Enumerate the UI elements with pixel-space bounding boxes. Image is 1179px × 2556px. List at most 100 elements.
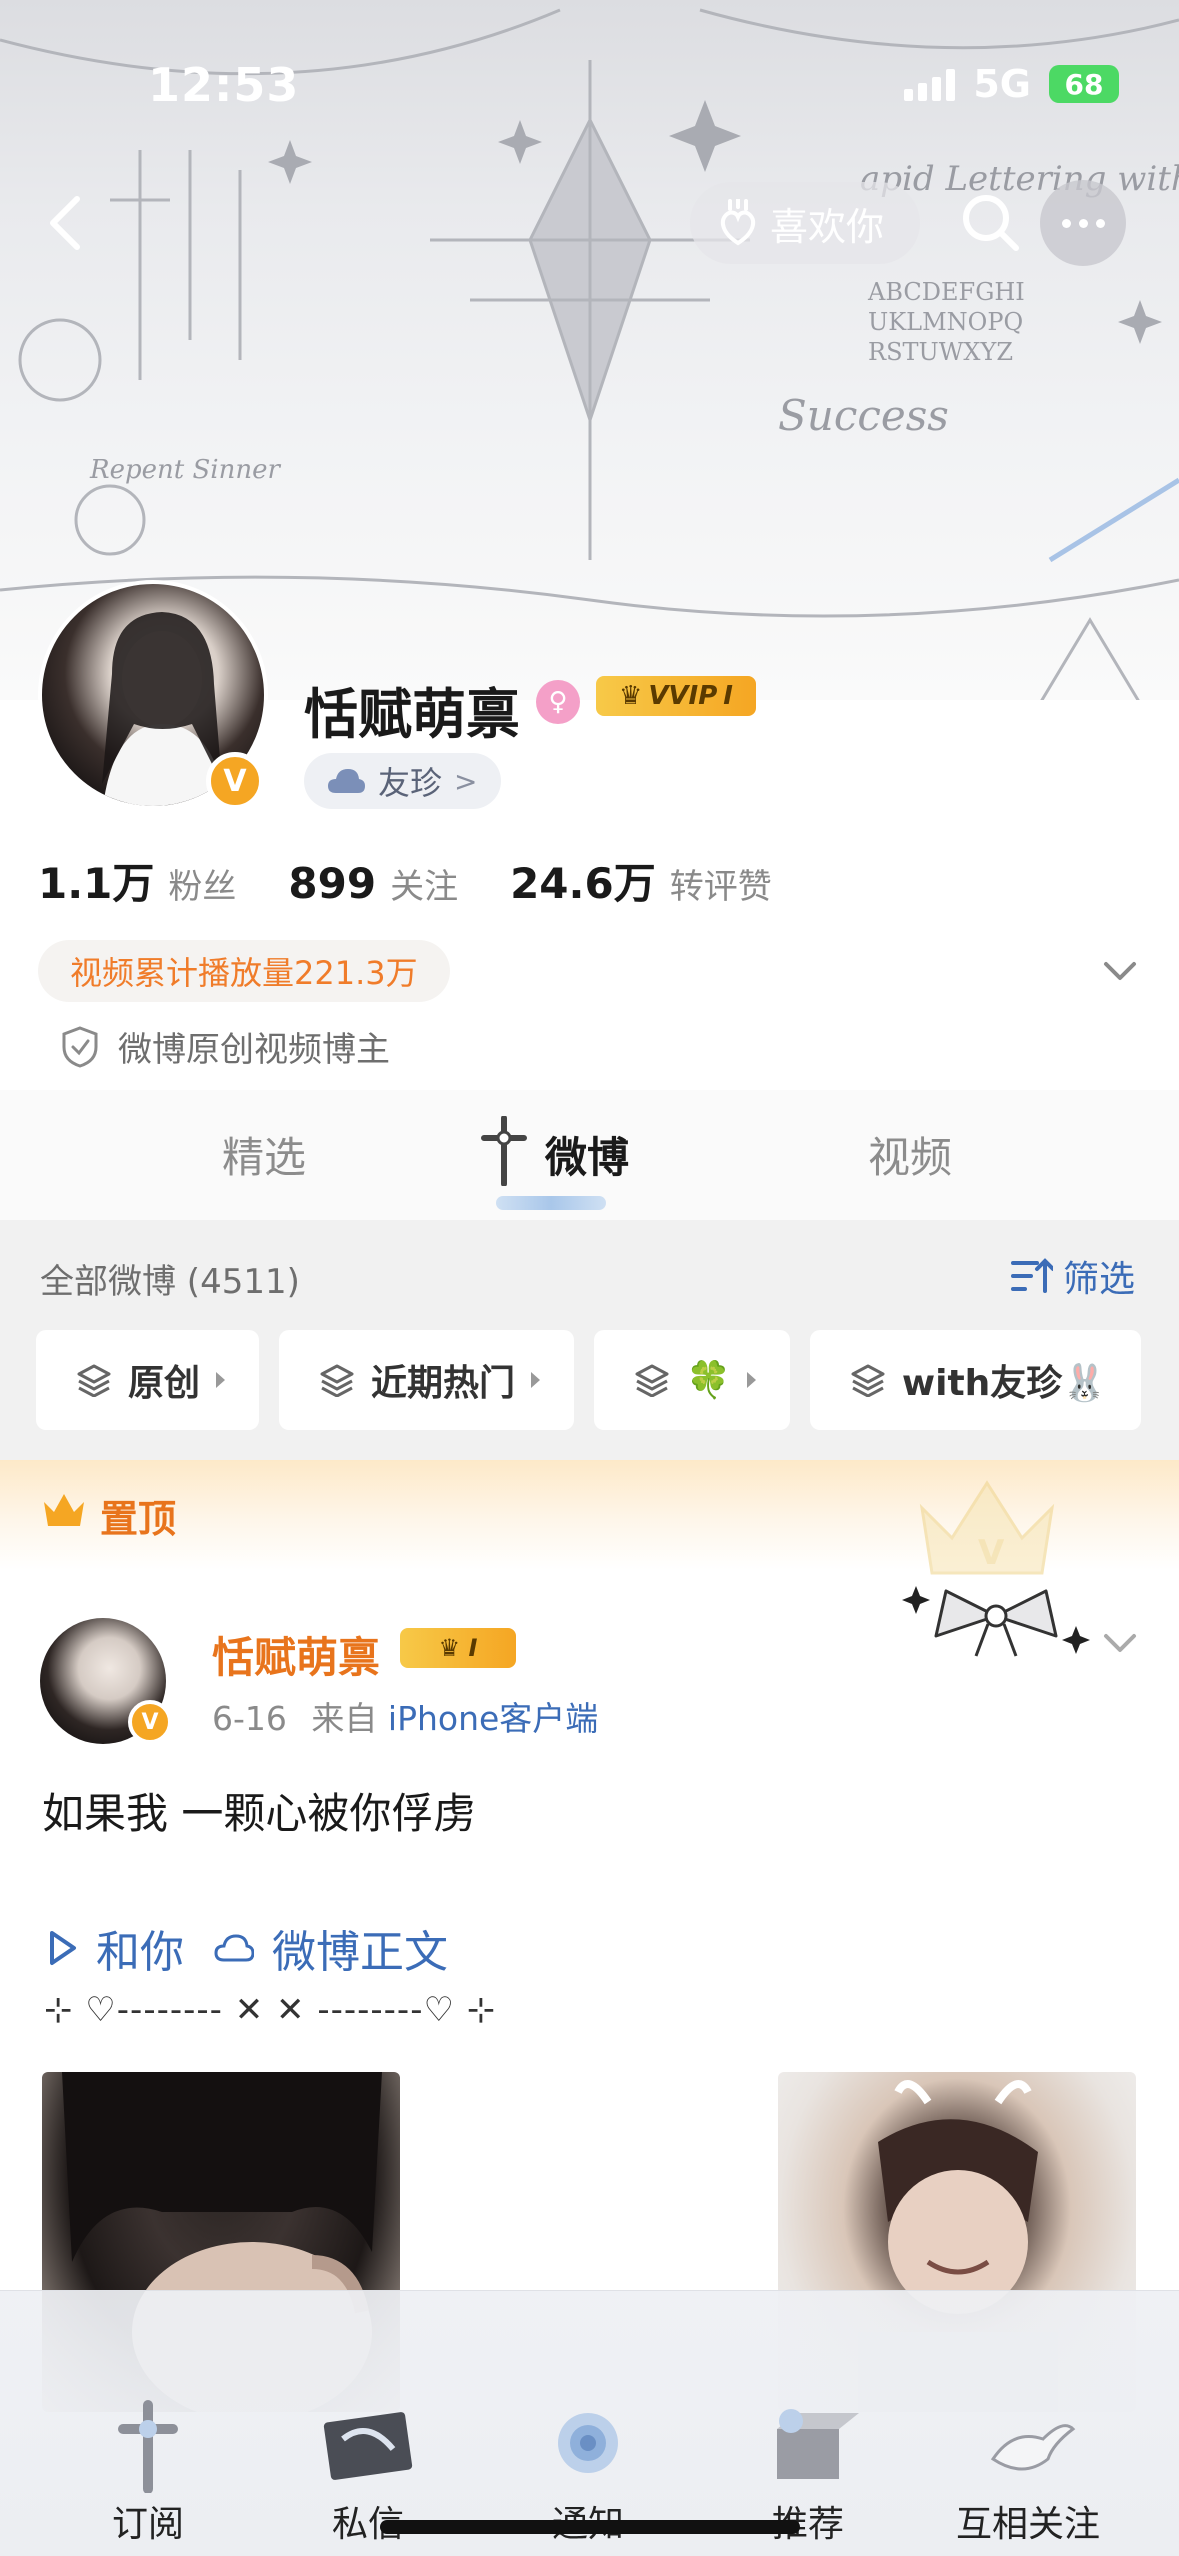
search-icon — [963, 195, 1019, 251]
svg-text:Repent Sinner: Repent Sinner — [89, 455, 281, 485]
post-date: 6-16 — [212, 1699, 287, 1738]
stat-label: 关注 — [390, 867, 459, 907]
post-source-prefix: 来自 — [311, 1699, 378, 1738]
female-gender-icon: ♀ — [536, 680, 580, 724]
chip-label: 近期热门 — [371, 1363, 516, 1404]
layers-icon — [77, 1364, 111, 1397]
friend-group-label: 友珍 — [378, 764, 443, 802]
stat-followers[interactable]: 1.1万 粉丝 — [38, 850, 236, 911]
play-icon — [50, 1931, 76, 1965]
nav-subscribe[interactable]: 订阅 — [58, 2399, 238, 2547]
more-button[interactable] — [1040, 180, 1126, 266]
cloud-outline-icon — [214, 1934, 254, 1962]
filter-chips: 原创 近期热门 🍀 with友珍🐰 — [36, 1330, 1142, 1430]
stat-interactions[interactable]: 24.6万 转评赞 — [510, 850, 772, 911]
post-source[interactable]: iPhone客户端 — [388, 1699, 598, 1738]
stat-following[interactable]: 899 关注 — [288, 859, 458, 908]
verified-badge-icon: V — [128, 1700, 172, 1744]
message-card-icon — [323, 2412, 413, 2480]
profile-stats: 1.1万 粉丝 899 关注 24.6万 转评赞 — [38, 850, 772, 911]
stat-number: 1.1万 — [38, 859, 155, 908]
profile-tabs: 精选 微博 视频 — [0, 1090, 1179, 1220]
stat-label: 转评赞 — [669, 867, 772, 907]
active-tab-indicator — [496, 1196, 606, 1210]
profile-name: 恬赋萌禀 — [304, 683, 520, 746]
filter-button[interactable]: 筛选 — [1010, 1250, 1135, 1302]
triangle-right-icon — [531, 1372, 541, 1388]
weibo-text-link[interactable]: 微博正文 — [272, 1916, 448, 1980]
tab-video[interactable]: 视频 — [868, 1124, 952, 1185]
post-filter-bar: 全部微博 (4511) 筛选 原创 近期热门 🍀 with友珍🐰 — [0, 1220, 1179, 1460]
pinned-label: 置顶 — [100, 1497, 177, 1541]
bottom-navigation: 订阅 私信 通知 推荐 互相关注 — [0, 2290, 1179, 2556]
chip-label: 原创 — [128, 1363, 201, 1404]
rose-icon — [558, 2413, 618, 2473]
network-label: 5G — [973, 62, 1031, 106]
like-you-label: 喜欢你 — [770, 204, 885, 249]
svg-text:Success: Success — [778, 391, 949, 440]
dot-icon — [1095, 218, 1105, 228]
video-views-text: 视频累计播放量221.3万 — [70, 954, 418, 992]
music-link[interactable]: 和你 — [96, 1916, 184, 1980]
battery-icon: 68 — [1049, 65, 1119, 103]
friend-group-tag[interactable]: 友珍 > — [304, 753, 502, 809]
chevron-right-icon: > — [454, 764, 478, 798]
svg-text:ABCDEFGHI: ABCDEFGHI — [867, 278, 1025, 306]
chip-clover[interactable]: 🍀 — [594, 1330, 790, 1430]
post-meta: 6-16 来自 iPhone客户端 — [212, 1692, 598, 1740]
cross-icon — [118, 2400, 178, 2493]
layers-icon — [851, 1364, 885, 1397]
vip-level: I — [468, 1634, 478, 1662]
expand-profile-button[interactable] — [1098, 948, 1142, 992]
signal-icon — [904, 67, 956, 101]
creator-certification[interactable]: 微博原创视频博主 — [60, 1022, 390, 1071]
video-views-badge[interactable]: 视频累计播放量221.3万 — [38, 940, 450, 1002]
nav-label: 订阅 — [111, 2504, 184, 2545]
chip-recent-hot[interactable]: 近期热门 — [279, 1330, 575, 1430]
nav-label: 互相关注 — [955, 2504, 1100, 2545]
crown-icon: ♛ — [619, 681, 643, 711]
cloud-icon — [328, 769, 365, 793]
tab-weibo[interactable]: 微博 — [545, 1124, 629, 1185]
sort-filter-icon — [1010, 1258, 1053, 1293]
crown-decoration-icon: V — [919, 1480, 1055, 1575]
layers-icon — [320, 1364, 354, 1397]
post-text: 如果我 一颗心被你俘虏 — [42, 1789, 476, 1838]
like-you-button[interactable]: 喜欢你 — [690, 182, 921, 264]
post-vip-badge: ♛ I — [400, 1628, 516, 1668]
home-indicator — [380, 2520, 800, 2534]
vip-level: I — [723, 681, 733, 711]
back-button[interactable] — [30, 188, 100, 258]
chip-with-friend[interactable]: with友珍🐰 — [809, 1330, 1142, 1430]
svg-text:RSTUWXYZ: RSTUWXYZ — [868, 338, 1013, 366]
layers-icon — [635, 1364, 669, 1397]
dot-icon — [1061, 218, 1071, 228]
search-button[interactable] — [958, 190, 1022, 254]
box-icon — [777, 2409, 859, 2479]
status-time: 12:53 — [148, 58, 300, 112]
post-links: 和你 微博正文 — [48, 1916, 448, 1980]
stat-number: 24.6万 — [510, 859, 656, 908]
bow-decoration-icon — [902, 1586, 1090, 1657]
verified-badge-icon: V — [206, 752, 264, 810]
vip-label: VVIP — [648, 681, 718, 711]
stat-label: 粉丝 — [168, 867, 237, 907]
post-menu-button[interactable] — [1098, 1620, 1142, 1664]
chip-original[interactable]: 原创 — [36, 1330, 260, 1430]
crown-icon: ♛ — [438, 1634, 461, 1662]
stat-number: 899 — [288, 859, 377, 908]
vvip-badge[interactable]: ♛ VVIP I — [596, 676, 756, 716]
chevron-left-icon — [50, 196, 80, 250]
all-posts-count: 全部微博 (4511) — [40, 1262, 300, 1302]
crown-icon — [44, 1494, 84, 1526]
post-author-name[interactable]: 恬赋萌禀 — [212, 1624, 380, 1685]
chip-label: with友珍🐰 — [901, 1363, 1108, 1404]
svg-text:UKLMNOPQ: UKLMNOPQ — [868, 308, 1023, 336]
dove-icon — [990, 2424, 1076, 2471]
nav-mutual-follow[interactable]: 互相关注 — [938, 2399, 1118, 2547]
chip-label: 🍀 — [686, 1360, 731, 1401]
cross-icon — [481, 1116, 527, 1186]
hand-heart-icon — [720, 199, 756, 246]
tab-featured[interactable]: 精选 — [222, 1124, 306, 1185]
status-indicators: 5G 68 — [904, 62, 1119, 106]
